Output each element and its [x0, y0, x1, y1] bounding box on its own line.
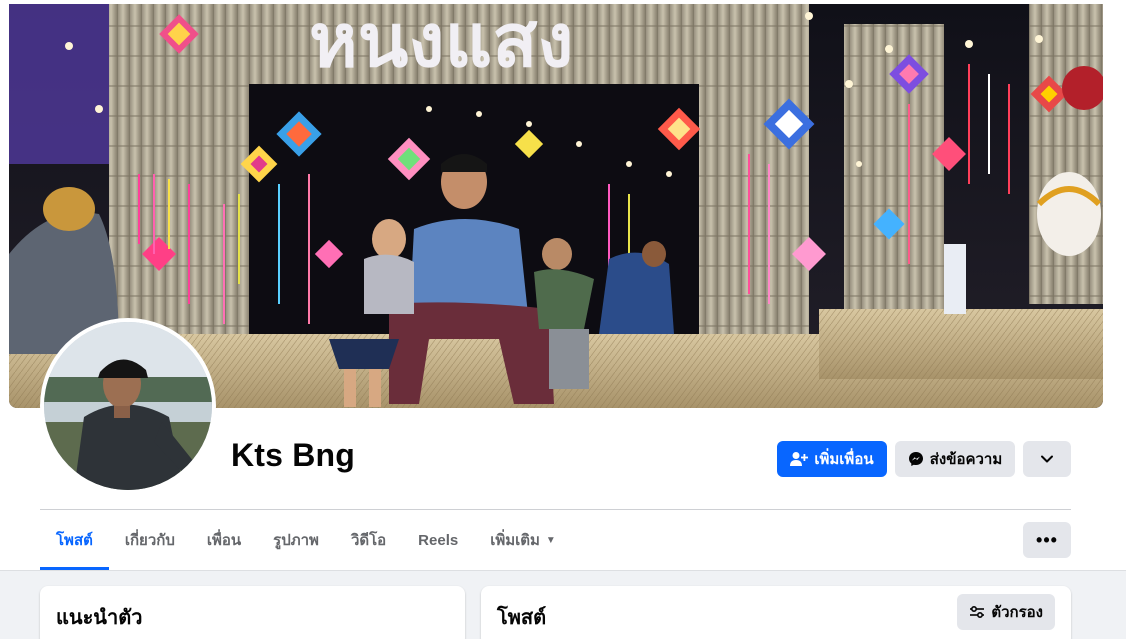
send-message-button[interactable]: ส่งข้อความ	[895, 441, 1015, 477]
tab-label: รูปภาพ	[273, 532, 319, 549]
profile-avatar[interactable]	[40, 318, 216, 494]
tab-options-button[interactable]: •••	[1023, 522, 1071, 558]
tab-label: เพิ่มเติม	[490, 532, 540, 549]
send-message-label: ส่งข้อความ	[929, 451, 1003, 468]
caret-down-icon: ▼	[545, 534, 556, 546]
tab-label: เกี่ยวกับ	[124, 532, 175, 549]
person-plus-icon	[790, 452, 809, 466]
messenger-icon	[908, 452, 923, 466]
tab-about[interactable]: เกี่ยวกับ	[109, 510, 191, 570]
avatar-photo	[44, 322, 212, 490]
tab-friends[interactable]: เพื่อน	[191, 510, 257, 570]
chevron-down-icon	[1041, 455, 1053, 463]
ellipsis-icon: •••	[1036, 529, 1058, 550]
more-actions-button[interactable]	[1023, 441, 1071, 477]
tab-videos[interactable]: วิดีโอ	[335, 510, 402, 570]
profile-tabs: โพสต์ เกี่ยวกับ เพื่อน รูปภาพ วิดีโอ Ree…	[40, 510, 572, 570]
sliders-icon	[970, 605, 985, 619]
intro-card: แนะนำตัว	[40, 586, 465, 639]
filter-button[interactable]: ตัวกรอง	[957, 594, 1055, 630]
tab-photos[interactable]: รูปภาพ	[257, 510, 335, 570]
tab-label: โพสต์	[56, 532, 93, 549]
posts-title: โพสต์	[497, 607, 547, 629]
tab-label: วิดีโอ	[350, 532, 387, 549]
tab-posts[interactable]: โพสต์	[40, 510, 109, 570]
intro-title: แนะนำตัว	[56, 607, 143, 629]
filter-label: ตัวกรอง	[991, 604, 1043, 621]
add-friend-label: เพิ่มเพื่อน	[814, 451, 874, 468]
cover-banner-text: หนงแสง	[309, 4, 574, 84]
profile-name: Kts Bng	[231, 437, 356, 473]
tab-label: Reels	[418, 531, 459, 549]
profile-page: หนงแสง Kts Bng เพิ่มเพื่อน ส่งข้อความ โพ…	[0, 0, 1126, 639]
posts-card: โพสต์ ตัวกรอง	[481, 586, 1071, 639]
tab-more[interactable]: เพิ่มเติม ▼	[474, 510, 572, 570]
tab-reels[interactable]: Reels	[402, 510, 474, 570]
add-friend-button[interactable]: เพิ่มเพื่อน	[777, 441, 887, 477]
tab-label: เพื่อน	[206, 532, 242, 549]
avatar-illustration	[44, 322, 212, 490]
